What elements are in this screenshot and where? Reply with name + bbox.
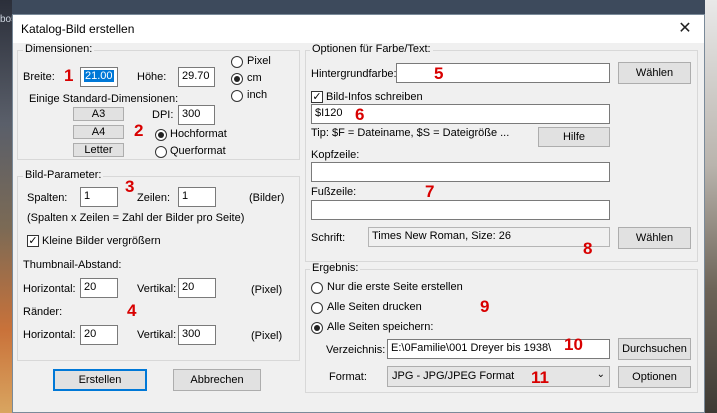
format-label: Format: bbox=[329, 371, 367, 383]
dpi-label: DPI: bbox=[152, 109, 174, 121]
annotation-3: 3 bbox=[125, 177, 135, 196]
rand-horizontal-input[interactable]: 20 bbox=[80, 325, 118, 345]
dpi-input[interactable]: 300 bbox=[178, 105, 215, 125]
spalten-zeilen-hint: (Spalten x Zeilen = Zahl der Bilder pro … bbox=[27, 212, 245, 224]
annotation-5: 5 bbox=[434, 64, 444, 83]
annotation-8: 8 bbox=[583, 239, 593, 258]
nur-erste-seite-radio[interactable] bbox=[311, 282, 323, 294]
bilder-unit: (Bilder) bbox=[249, 192, 285, 204]
thumb-horizontal-input[interactable]: 20 bbox=[80, 278, 118, 298]
hochformat-radio[interactable] bbox=[155, 129, 167, 141]
alle-seiten-drucken-radio[interactable] bbox=[311, 302, 323, 314]
bild-infos-checkbox[interactable]: ✓ bbox=[311, 91, 323, 103]
annotation-11: 11 bbox=[531, 368, 549, 387]
querformat-radio[interactable] bbox=[155, 146, 167, 158]
window-title: Katalog-Bild erstellen bbox=[21, 22, 135, 36]
breite-input[interactable]: 21.00 bbox=[80, 67, 118, 87]
breite-value: 21.00 bbox=[84, 70, 114, 82]
unit-inch-label: inch bbox=[247, 89, 268, 101]
unit-pixel-label: Pixel bbox=[247, 55, 271, 67]
annotation-7: 7 bbox=[425, 182, 435, 201]
fusszeile-label: Fußzeile: bbox=[311, 186, 357, 198]
annotation-4: 4 bbox=[127, 301, 137, 320]
hilfe-button[interactable]: Hilfe bbox=[538, 127, 610, 147]
a4-button[interactable]: A4 bbox=[73, 125, 124, 139]
unit-cm-radio[interactable] bbox=[231, 73, 243, 85]
optionen-label: Optionen für Farbe/Text: bbox=[310, 43, 433, 55]
dimensionen-label: Dimensionen: bbox=[23, 43, 95, 55]
spalten-input[interactable]: 1 bbox=[80, 187, 118, 207]
tip-text: Tip: $F = Dateiname, $S = Dateigröße ... bbox=[311, 127, 510, 139]
schrift-label: Schrift: bbox=[311, 232, 346, 244]
rand-vertikal-input[interactable]: 300 bbox=[178, 325, 216, 345]
annotation-1: 1 bbox=[64, 66, 74, 85]
schrift-waehlen-button[interactable]: Wählen bbox=[618, 227, 691, 249]
format-value: JPG - JPG/JPEG Format bbox=[392, 370, 515, 382]
katalog-dialog: Katalog-Bild erstellen ✕ Dimensionen: Br… bbox=[12, 14, 705, 413]
bild-parameter-label: Bild-Parameter: bbox=[23, 169, 104, 181]
thumbnail-abstand-label: Thumbnail-Abstand: bbox=[23, 259, 122, 271]
background-app-right bbox=[705, 0, 717, 413]
spalten-label: Spalten: bbox=[27, 192, 68, 204]
ergebnis-label: Ergebnis: bbox=[310, 262, 361, 274]
hintergrundfarbe-label: Hintergrundfarbe: bbox=[311, 68, 397, 80]
background-app-left bbox=[0, 0, 12, 413]
annotation-9: 9 bbox=[480, 297, 490, 316]
thumb-vertikal-label: Vertikal: bbox=[137, 283, 177, 295]
hintergrund-waehlen-button[interactable]: Wählen bbox=[618, 62, 691, 84]
fusszeile-input[interactable] bbox=[311, 200, 610, 220]
format-optionen-button[interactable]: Optionen bbox=[618, 366, 691, 388]
annotation-10: 10 bbox=[564, 335, 583, 354]
a3-button[interactable]: A3 bbox=[73, 107, 124, 121]
standard-dimensionen-label: Einige Standard-Dimensionen: bbox=[29, 93, 179, 105]
close-icon[interactable]: ✕ bbox=[673, 18, 697, 40]
thumb-horizontal-label: Horizontal: bbox=[23, 283, 76, 295]
thumb-vertikal-input[interactable]: 20 bbox=[178, 278, 216, 298]
alle-seiten-speichern-radio[interactable] bbox=[311, 322, 323, 334]
alle-seiten-speichern-label: Alle Seiten speichern: bbox=[327, 321, 434, 333]
kopfzeile-label: Kopfzeile: bbox=[311, 149, 360, 161]
unit-pixel-radio[interactable] bbox=[231, 56, 243, 68]
hochformat-label: Hochformat bbox=[170, 128, 227, 140]
rand-horizontal-label: Horizontal: bbox=[23, 329, 76, 341]
nur-erste-seite-label: Nur die erste Seite erstellen bbox=[327, 281, 463, 293]
schrift-display: Times New Roman, Size: 26 bbox=[368, 227, 610, 247]
durchsuchen-button[interactable]: Durchsuchen bbox=[618, 338, 691, 360]
unit-cm-label: cm bbox=[247, 72, 262, 84]
kopfzeile-input[interactable] bbox=[311, 162, 610, 182]
erstellen-button[interactable]: Erstellen bbox=[53, 369, 147, 391]
rand-unit: (Pixel) bbox=[251, 330, 283, 342]
zeilen-label: Zeilen: bbox=[137, 192, 171, 204]
raender-label: Ränder: bbox=[23, 306, 63, 318]
breite-label: Breite: bbox=[23, 71, 55, 83]
unit-inch-radio[interactable] bbox=[231, 90, 243, 102]
verzeichnis-label: Verzeichnis: bbox=[326, 344, 386, 356]
titlebar: Katalog-Bild erstellen ✕ bbox=[13, 15, 704, 43]
alle-seiten-drucken-label: Alle Seiten drucken bbox=[327, 301, 422, 313]
annotation-2: 2 bbox=[134, 121, 144, 140]
zeilen-input[interactable]: 1 bbox=[178, 187, 216, 207]
hoehe-label: Höhe: bbox=[137, 71, 167, 83]
rand-vertikal-label: Vertikal: bbox=[137, 329, 177, 341]
format-select[interactable]: JPG - JPG/JPEG Format ⌄ bbox=[387, 366, 610, 387]
letter-button[interactable]: Letter bbox=[73, 143, 124, 157]
annotation-6: 6 bbox=[355, 105, 365, 124]
hoehe-input[interactable]: 29.70 bbox=[178, 67, 215, 87]
chevron-down-icon: ⌄ bbox=[596, 369, 605, 380]
abbrechen-button[interactable]: Abbrechen bbox=[173, 369, 261, 391]
bild-infos-label: Bild-Infos schreiben bbox=[326, 91, 423, 103]
kleine-bilder-label: Kleine Bilder vergrößern bbox=[42, 235, 161, 247]
hintergrundfarbe-input[interactable] bbox=[396, 63, 610, 83]
querformat-label: Querformat bbox=[170, 145, 226, 157]
kleine-bilder-checkbox[interactable]: ✓ bbox=[27, 235, 39, 247]
thumb-unit: (Pixel) bbox=[251, 284, 283, 296]
